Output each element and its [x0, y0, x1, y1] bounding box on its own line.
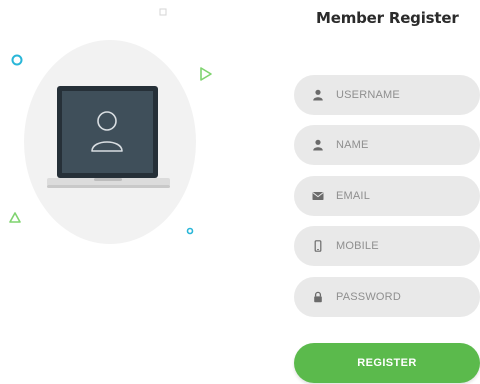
- email-field[interactable]: [294, 176, 480, 216]
- email-input[interactable]: [336, 190, 466, 202]
- user-icon: [313, 139, 323, 151]
- register-form: Member Register R: [294, 0, 480, 384]
- triangle-decoration-icon: [9, 212, 21, 223]
- play-triangle-decoration-icon: [200, 67, 212, 81]
- username-field[interactable]: [294, 75, 480, 115]
- mobile-phone-icon: [314, 240, 322, 252]
- mobile-input[interactable]: [336, 240, 466, 252]
- name-field[interactable]: [294, 125, 480, 165]
- square-decoration-icon: [159, 8, 167, 16]
- laptop-user-illustration: [9, 8, 212, 244]
- laptop-icon: [47, 86, 170, 188]
- password-input[interactable]: [336, 291, 466, 303]
- illustration: [0, 0, 240, 384]
- envelope-icon: [312, 192, 324, 200]
- dot-decoration-icon: [186, 227, 194, 235]
- register-button[interactable]: REGISTER: [294, 343, 480, 383]
- user-icon: [313, 89, 323, 101]
- form-title: Member Register: [316, 9, 459, 27]
- ring-decoration-icon: [11, 54, 23, 66]
- username-input[interactable]: [336, 89, 466, 101]
- mobile-field[interactable]: [294, 226, 480, 266]
- password-field[interactable]: [294, 277, 480, 317]
- name-input[interactable]: [336, 139, 466, 151]
- lock-icon: [314, 291, 322, 303]
